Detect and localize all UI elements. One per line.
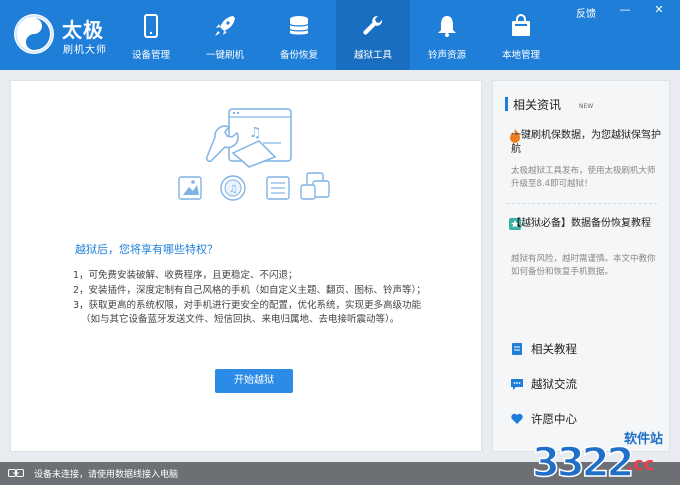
nav-label: 设备管理 bbox=[131, 50, 170, 61]
cable-icon bbox=[8, 469, 24, 477]
watermark-domain: .cc bbox=[626, 454, 654, 475]
news-title[interactable]: 【越狱必备】数据备份恢复教程 bbox=[511, 217, 661, 231]
link-label: 相关教程 bbox=[531, 342, 577, 356]
new-badge: NEW bbox=[579, 103, 594, 110]
svg-text:.cc: .cc bbox=[626, 454, 654, 475]
divider bbox=[507, 203, 657, 204]
feedback-link[interactable]: 反馈 bbox=[576, 5, 596, 20]
nav-label: 一键刷机 bbox=[205, 50, 244, 61]
taiji-logo-icon bbox=[14, 14, 54, 54]
wrench-icon bbox=[363, 15, 383, 35]
rocket-icon bbox=[215, 16, 235, 36]
privilege-item: 2，安装插件，深度定制有自己风格的手机（如自定义主题、翻页、图标、铃声等）； bbox=[73, 285, 426, 296]
link-label: 许愿中心 bbox=[531, 412, 577, 426]
svg-text:3322: 3322 bbox=[532, 440, 631, 485]
nav-ringtone-resources[interactable]: 铃声资源 bbox=[410, 0, 484, 70]
watermark-brand: 3322 bbox=[532, 440, 631, 485]
watermark-site: 软件站 bbox=[624, 431, 663, 447]
phone-icon bbox=[144, 14, 158, 38]
related-info-heading: 相关资讯 bbox=[513, 98, 562, 112]
svg-text:♫: ♫ bbox=[229, 184, 238, 195]
privileges-heading: 越狱后，您将享有哪些特权？ bbox=[75, 243, 218, 256]
book-icon bbox=[512, 343, 522, 355]
svg-text:软件站: 软件站 bbox=[624, 431, 663, 447]
start-jailbreak-button[interactable]: 开始越狱 bbox=[215, 369, 293, 393]
news-desc: 越狱有风险，越时需谨慎。本文中教你如何备份和恢复手机数据。 bbox=[511, 254, 656, 277]
nav-one-click-flash[interactable]: 一键刷机 bbox=[188, 0, 262, 70]
main-nav: 设备管理 一键刷机 备份恢复 越狱工具 铃声资源 本地管理 bbox=[114, 0, 558, 70]
related-info-panel: 相关资讯 NEW 一键刷机保数据，为您越狱保驾护航 太极越狱工具发布，使用太极刷… bbox=[492, 80, 670, 452]
minimize-button[interactable]: — bbox=[616, 3, 634, 17]
news-desc: 太极越狱工具发布，使用太极刷机大师升级至8.4即可越狱！ bbox=[511, 166, 656, 189]
news-title[interactable]: 一键刷机保数据，为您越狱保驾护航 bbox=[511, 129, 661, 157]
watermark-logo: 3322 软件站 .cc bbox=[531, 431, 663, 485]
nav-backup-restore[interactable]: 备份恢复 bbox=[262, 0, 336, 70]
nav-jailbreak-tools[interactable]: 越狱工具 bbox=[336, 0, 410, 70]
database-icon bbox=[289, 16, 309, 35]
nav-label: 本地管理 bbox=[501, 50, 540, 61]
privilege-item: （如与其它设备蓝牙发送文件、短信回执、来电归属地、去电接听震动等）。 bbox=[81, 314, 400, 325]
top-bar: 太极 刷机大师 设备管理 一键刷机 备份恢复 越狱工具 铃声资源 本地管理 反馈… bbox=[0, 0, 680, 70]
heading-accent bbox=[505, 97, 508, 111]
app-title: 太极 bbox=[62, 18, 104, 42]
link-label: 越狱交流 bbox=[531, 377, 577, 391]
app-subtitle: 刷机大师 bbox=[63, 45, 107, 56]
heart-icon bbox=[511, 413, 523, 424]
nav-label: 越狱工具 bbox=[353, 50, 392, 61]
bag-icon bbox=[512, 14, 530, 36]
close-button[interactable]: ✕ bbox=[650, 3, 668, 17]
privilege-item: 1，可免费安装破解、收费程序，且更稳定、不闪退； bbox=[73, 270, 298, 281]
bell-icon bbox=[438, 16, 456, 37]
connection-status: 设备未连接，请使用数据线接入电脑 bbox=[34, 470, 179, 480]
jailbreak-panel: ♫ ♫ 越狱后，您将享有哪些特权？ 1，可免费安装破解、收费程序，且更稳定、不闪… bbox=[10, 80, 482, 452]
nav-local-manager[interactable]: 本地管理 bbox=[484, 0, 558, 70]
svg-text:♫: ♫ bbox=[249, 125, 262, 141]
nav-label: 铃声资源 bbox=[427, 50, 466, 61]
chat-icon bbox=[511, 379, 523, 390]
nav-device-manager[interactable]: 设备管理 bbox=[114, 0, 188, 70]
privilege-item: 3，获取更高的系统权限，对手机进行更安全的配置，优化系统，实现更多高级功能 bbox=[73, 300, 422, 311]
nav-label: 备份恢复 bbox=[279, 50, 318, 61]
jailbreak-illustration: ♫ ♫ bbox=[178, 108, 330, 201]
